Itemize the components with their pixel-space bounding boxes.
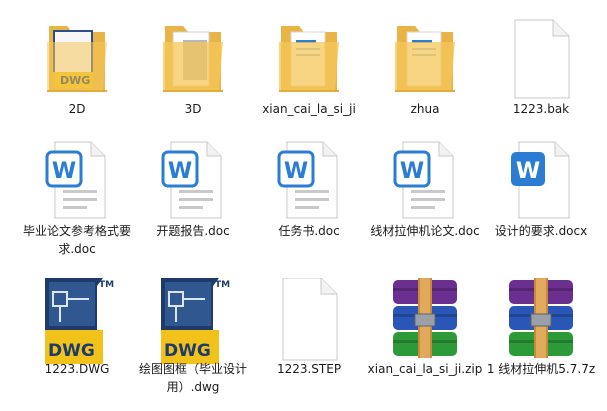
file-item-1223-dwg[interactable]: DWG TM 1223.DWG [19, 268, 135, 398]
file-name: xian_cai_la_si_ji [262, 102, 356, 116]
svg-text:W: W [516, 159, 540, 184]
dwg-file-icon: DWG TM [45, 278, 114, 364]
file-item-proposal-doc[interactable]: W 开题报告.doc [135, 124, 251, 254]
file-item-xian-cai-folder[interactable]: xian_cai_la_si_ji [251, 2, 367, 132]
word-docx-icon: W [511, 141, 570, 219]
file-name: 2D [68, 102, 86, 116]
winrar-archive-icon [393, 278, 457, 358]
file-item-thesis-format-doc[interactable]: W 毕业论文参考格式要求.doc [19, 124, 135, 256]
file-item-2d[interactable]: DWG 2D [19, 2, 135, 132]
word-doc-icon: W [161, 141, 222, 219]
file-item-paper-doc[interactable]: W 线材拉伸机论文.doc [367, 124, 483, 254]
folder-icon [395, 26, 455, 92]
svg-text:W: W [284, 159, 308, 184]
file-item-xian-cai-zip[interactable]: xian_cai_la_si_ji.zip [367, 268, 483, 398]
file-name: zhua [410, 102, 440, 116]
svg-text:W: W [400, 159, 424, 184]
blank-file-icon [514, 19, 570, 99]
file-item-requirements-docx[interactable]: W 设计的要求.docx [483, 124, 599, 254]
winrar-archive-icon [509, 278, 573, 358]
svg-text:DWG: DWG [48, 341, 95, 361]
word-doc-icon: W [277, 141, 338, 219]
file-name: 1223.bak [512, 102, 570, 116]
file-name: xian_cai_la_si_ji.zip [367, 362, 483, 376]
dwg-file-icon: DWG TM [161, 278, 230, 364]
svg-text:TM: TM [99, 280, 114, 290]
file-item-1223-step[interactable]: 1223.STEP [251, 268, 367, 398]
file-name: 开题报告.doc [156, 224, 230, 238]
svg-text:W: W [52, 159, 76, 184]
file-name: 1223.DWG [44, 362, 110, 376]
file-name: 设计的要求.docx [494, 224, 588, 238]
word-doc-icon: W [45, 141, 106, 219]
file-item-3d[interactable]: 3D [135, 2, 251, 132]
svg-text:W: W [168, 159, 192, 184]
file-item-zhua-folder[interactable]: zhua [367, 2, 483, 132]
blank-file-icon [282, 278, 338, 361]
svg-text:DWG: DWG [164, 341, 211, 361]
file-item-task-doc[interactable]: W 任务书.doc [251, 124, 367, 254]
folder-icon [163, 26, 223, 92]
file-name: 1 线材拉伸机5.7.7z [486, 362, 596, 376]
file-item-drawing-frame-dwg[interactable]: DWG TM 绘图图框（毕业设计用）.dwg [135, 268, 251, 398]
file-name: 1223.STEP [276, 362, 342, 376]
file-name: 绘图图框（毕业设计用）.dwg [138, 362, 247, 394]
file-name: 任务书.doc [278, 224, 340, 238]
folder-icon: DWG [47, 26, 107, 92]
file-name: 3D [184, 102, 202, 116]
file-name: 毕业论文参考格式要求.doc [22, 224, 131, 256]
file-grid: DWG 2D 3D xian_cai_la_si_ji [0, 0, 607, 411]
file-name: 线材拉伸机论文.doc [370, 224, 480, 238]
file-item-wire-drawing-7z[interactable]: 1 线材拉伸机5.7.7z [483, 268, 599, 398]
folder-icon [279, 26, 339, 92]
word-doc-icon: W [393, 141, 454, 219]
file-item-1223-bak[interactable]: 1223.bak [483, 2, 599, 132]
svg-text:TM: TM [215, 280, 230, 290]
